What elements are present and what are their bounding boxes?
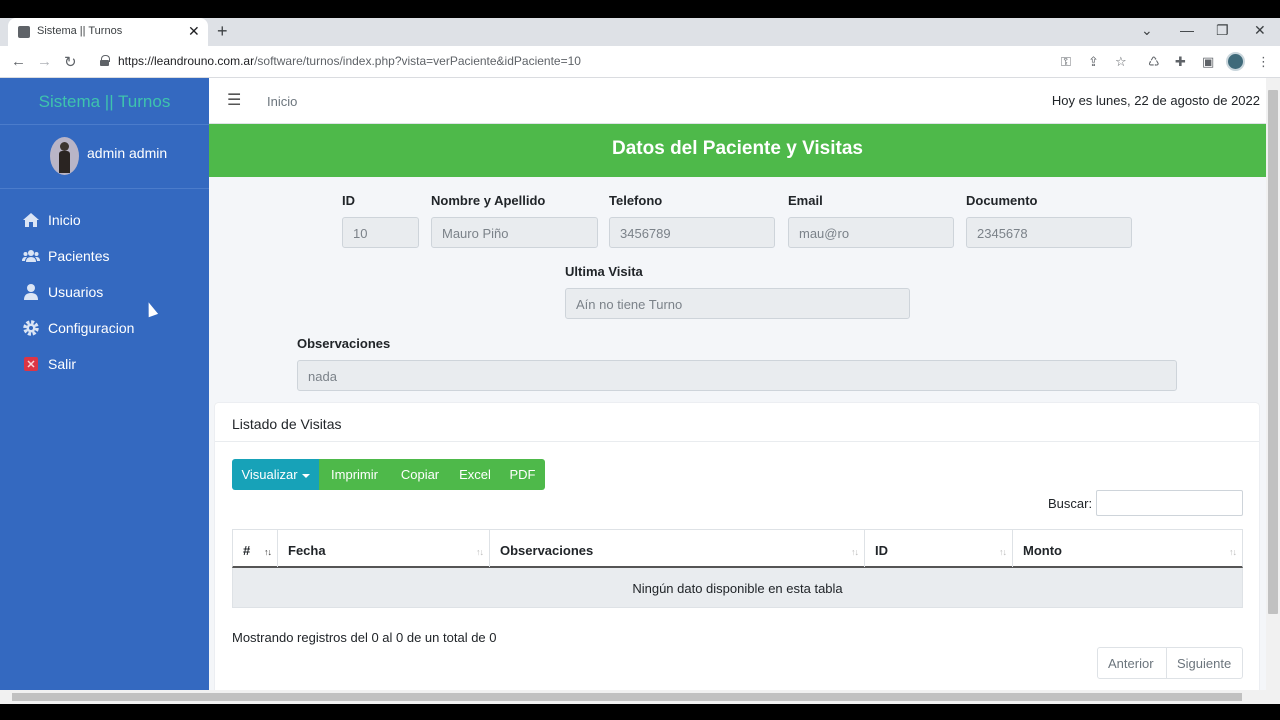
gear-icon <box>23 320 39 336</box>
profile-avatar[interactable] <box>1226 52 1245 71</box>
users-icon <box>22 250 40 262</box>
avatar <box>50 137 79 175</box>
document-label: Documento <box>966 193 1038 208</box>
tab-close-icon[interactable]: ✕ <box>188 23 200 40</box>
extensions-icon[interactable]: ✚ <box>1175 54 1186 70</box>
top-navbar: ☰ Inicio Hoy es lunes, 22 de agosto de 2… <box>209 78 1266 124</box>
page-title: Datos del Paciente y Visitas <box>209 124 1266 177</box>
pdf-button[interactable]: PDF <box>500 459 545 490</box>
user-name[interactable]: admin admin <box>87 145 167 161</box>
sidebar-item-label: Configuracion <box>48 320 135 336</box>
lock-icon[interactable] <box>100 55 110 66</box>
table-info: Mostrando registros del 0 al 0 de un tot… <box>232 630 497 645</box>
sort-icon: ↑↓ <box>999 547 1007 557</box>
browser-tab[interactable]: Sistema || Turnos ✕ <box>8 18 208 46</box>
scrollbar-thumb[interactable] <box>12 693 1242 701</box>
vertical-scrollbar[interactable] <box>1266 78 1280 690</box>
close-window-icon[interactable]: ✕ <box>1254 22 1266 39</box>
visualizar-button[interactable]: Visualizar <box>232 459 319 490</box>
table-header: # ↑↓ Fecha ↑↓ Observaciones ↑↓ ID ↑↓ Monto ↑↓ <box>232 529 1243 568</box>
sidebar-item-salir[interactable]: Salir <box>0 346 209 382</box>
horizontal-scrollbar[interactable] <box>0 690 1280 704</box>
menu-dots-icon[interactable]: ⋮ <box>1257 54 1270 70</box>
sidebar-item-label: Inicio <box>48 212 81 228</box>
sidebar: Sistema || Turnos admin admin Inicio Pac… <box>0 78 209 690</box>
search-label: Buscar: <box>1048 496 1093 511</box>
home-icon <box>23 213 39 227</box>
last-visit-field[interactable]: Aín no tiene Turno <box>565 288 910 319</box>
current-date: Hoy es lunes, 22 de agosto de 2022 <box>1051 93 1260 108</box>
recycle-icon[interactable]: ♺ <box>1148 54 1160 70</box>
copiar-button[interactable]: Copiar <box>390 459 450 490</box>
sort-icon: ↑↓ <box>264 547 272 557</box>
sidebar-item-label: Salir <box>48 356 77 372</box>
user-panel: admin admin <box>0 125 209 189</box>
column-header-fecha[interactable]: Fecha ↑↓ <box>278 530 490 567</box>
scrollbar-thumb[interactable] <box>1268 90 1278 614</box>
sidebar-item-pacientes[interactable]: Pacientes <box>0 238 209 274</box>
sidebar-item-configuracion[interactable]: Configuracion <box>0 310 209 346</box>
screen: Sistema || Turnos ✕ + ⌄ — ❐ ✕ ← → ↻ http… <box>0 0 1280 720</box>
reload-icon[interactable]: ↻ <box>64 53 77 71</box>
tab-search-icon[interactable]: ⌄ <box>1141 22 1153 39</box>
column-header-id[interactable]: ID ↑↓ <box>865 530 1013 567</box>
divider <box>215 441 1259 442</box>
browser-tab-bar: Sistema || Turnos ✕ + ⌄ — ❐ ✕ <box>0 18 1280 46</box>
imprimir-button[interactable]: Imprimir <box>319 459 390 490</box>
user-icon <box>24 284 38 300</box>
sidebar-item-usuarios[interactable]: Usuarios <box>0 274 209 310</box>
column-header-number[interactable]: # ↑↓ <box>233 530 278 567</box>
hamburger-menu-icon[interactable]: ☰ <box>227 90 241 110</box>
restore-icon[interactable]: ❐ <box>1216 22 1229 39</box>
forward-icon[interactable]: → <box>37 53 52 70</box>
column-header-monto[interactable]: Monto ↑↓ <box>1013 530 1242 567</box>
visits-card: Listado de Visitas Visualizar Imprimir C… <box>215 403 1259 690</box>
email-label: Email <box>788 193 823 208</box>
minimize-icon[interactable]: — <box>1180 22 1194 38</box>
sort-icon: ↑↓ <box>476 547 484 557</box>
email-field[interactable]: mau@ro <box>788 217 954 248</box>
sidepanel-icon[interactable]: ▣ <box>1202 54 1214 70</box>
browser-toolbar: ← → ↻ https://leandrouno.com.ar/software… <box>0 46 1280 78</box>
card-title: Listado de Visitas <box>232 416 342 432</box>
column-header-observaciones[interactable]: Observaciones ↑↓ <box>490 530 865 567</box>
sort-icon: ↑↓ <box>851 547 859 557</box>
exit-icon <box>24 357 38 371</box>
observations-field[interactable]: nada <box>297 360 1177 391</box>
sidebar-item-label: Usuarios <box>48 284 104 300</box>
new-tab-button[interactable]: + <box>217 21 228 42</box>
back-icon[interactable]: ← <box>11 53 26 70</box>
empty-table-message: Ningún dato disponible en esta tabla <box>232 568 1243 608</box>
sidebar-item-label: Pacientes <box>48 248 110 264</box>
address-bar[interactable]: https://leandrouno.com.ar/software/turno… <box>92 49 1142 75</box>
breadcrumb[interactable]: Inicio <box>267 94 297 109</box>
favicon-icon <box>18 26 30 38</box>
phone-label: Telefono <box>609 193 663 208</box>
tab-title: Sistema || Turnos <box>37 25 123 37</box>
search-input[interactable] <box>1096 490 1243 516</box>
caret-down-icon <box>301 473 310 478</box>
sidebar-item-inicio[interactable]: Inicio <box>0 202 209 238</box>
last-visit-label: Ultima Visita <box>565 264 643 279</box>
name-label: Nombre y Apellido <box>431 193 546 208</box>
brand-link[interactable]: Sistema || Turnos <box>0 78 209 125</box>
id-field[interactable]: 10 <box>342 217 419 248</box>
share-icon[interactable]: ⇪ <box>1088 54 1099 70</box>
pagination: Anterior Siguiente <box>1097 647 1243 679</box>
app: Sistema || Turnos admin admin Inicio Pac… <box>0 78 1280 690</box>
document-field[interactable]: 2345678 <box>966 217 1132 248</box>
sort-icon: ↑↓ <box>1229 547 1237 557</box>
name-field[interactable]: Mauro Piño <box>431 217 598 248</box>
phone-field[interactable]: 3456789 <box>609 217 775 248</box>
id-label: ID <box>342 193 355 208</box>
previous-page-button[interactable]: Anterior <box>1098 648 1167 678</box>
next-page-button[interactable]: Siguiente <box>1167 648 1243 678</box>
url-text[interactable]: https://leandrouno.com.ar/software/turno… <box>118 54 581 68</box>
star-icon[interactable]: ☆ <box>1115 54 1127 70</box>
observations-label: Observaciones <box>297 336 391 351</box>
excel-button[interactable]: Excel <box>450 459 500 490</box>
key-icon[interactable]: ⚿ <box>1061 54 1071 70</box>
